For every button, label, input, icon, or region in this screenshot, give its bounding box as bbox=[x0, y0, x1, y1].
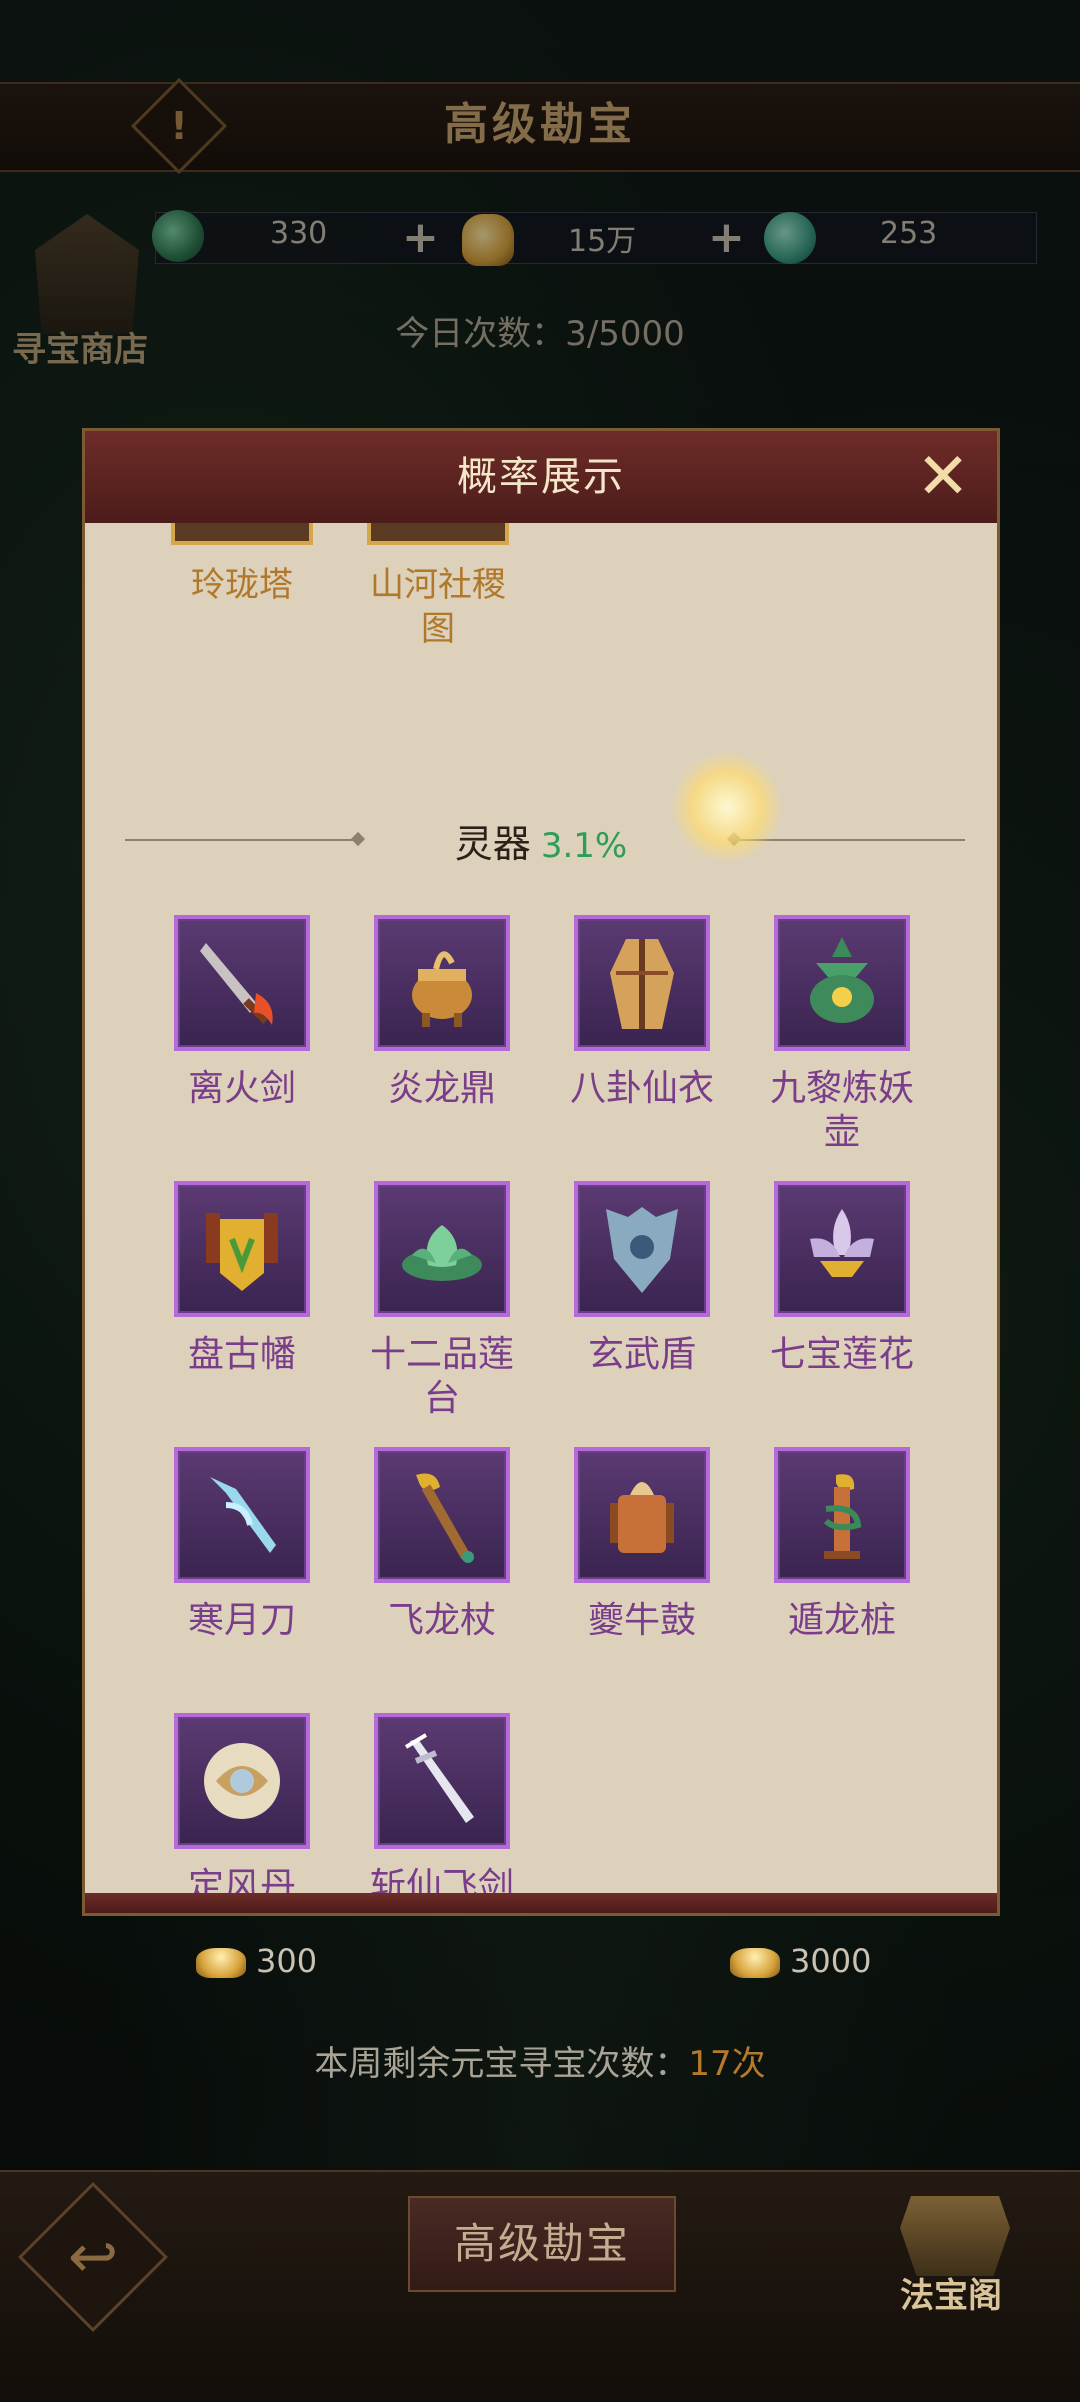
item-frame bbox=[174, 915, 310, 1051]
item-frame bbox=[374, 1181, 510, 1317]
item-name: 斩仙飞剑 bbox=[369, 1866, 514, 1893]
item-frame bbox=[174, 1713, 310, 1849]
staff-icon bbox=[416, 1473, 474, 1563]
item-name: 飞龙杖 bbox=[387, 1600, 496, 1641]
section-title: 灵器 3.1% bbox=[85, 813, 997, 868]
item-shierpinliantai[interactable]: 十二品莲 台 bbox=[347, 1181, 537, 1421]
gold-ingot-icon bbox=[730, 1948, 780, 1978]
modal-scroll-area[interactable]: 玲珑塔 山河社稷 图 灵器 3.1% 离火剑 炎龙鼎 八卦仙衣 九黎炼妖 壶 盘… bbox=[85, 523, 997, 1893]
flying-sword-icon bbox=[404, 1733, 474, 1823]
item-name: 定风丹 bbox=[187, 1866, 296, 1893]
sword-icon bbox=[200, 943, 273, 1025]
drum-icon bbox=[610, 1482, 674, 1553]
item-name: 玲珑塔 bbox=[191, 565, 293, 605]
item-name: 山河社稷 图 bbox=[370, 565, 506, 649]
item-yanlongding[interactable]: 炎龙鼎 bbox=[347, 915, 537, 1111]
item-frame bbox=[367, 523, 509, 545]
item-frame bbox=[774, 1181, 910, 1317]
item-name: 夔牛鼓 bbox=[587, 1600, 696, 1641]
cauldron-icon bbox=[412, 951, 472, 1027]
item-feilongzhang[interactable]: 飞龙杖 bbox=[347, 1447, 537, 1643]
treasure-pavilion-label[interactable]: 法宝阁 bbox=[900, 2268, 1002, 2317]
item-name: 八卦仙衣 bbox=[569, 1068, 714, 1109]
item-name: 十二品莲 台 bbox=[369, 1334, 514, 1419]
item-frame bbox=[174, 1447, 310, 1583]
advanced-search-button[interactable]: 高级勘宝 bbox=[408, 2196, 676, 2292]
item-frame bbox=[574, 915, 710, 1051]
cost-single-value: 300 bbox=[256, 1942, 318, 1980]
item-name: 遁龙桩 bbox=[787, 1600, 896, 1641]
weekly-remaining: 本周剩余元宝寻宝次数：17次 bbox=[0, 2036, 1080, 2085]
item-name: 离火剑 bbox=[187, 1068, 296, 1109]
modal-footer bbox=[85, 1893, 997, 1913]
item-hanyuedao[interactable]: 寒月刀 bbox=[147, 1447, 337, 1643]
banner-icon bbox=[206, 1213, 278, 1291]
item-name: 七宝莲花 bbox=[769, 1334, 914, 1375]
weekly-text: 本周剩余元宝寻宝次数： bbox=[314, 2044, 689, 2084]
section-label: 灵器 bbox=[454, 822, 531, 866]
item-xuanwudun[interactable]: 玄武盾 bbox=[547, 1181, 737, 1377]
shield-icon bbox=[606, 1207, 678, 1293]
item-kuiniugu[interactable]: 夔牛鼓 bbox=[547, 1447, 737, 1643]
back-arrow-icon: ↩ bbox=[67, 2222, 119, 2292]
item-zhanxianfeijian[interactable]: 斩仙飞剑 bbox=[347, 1713, 537, 1893]
item-name: 寒月刀 bbox=[187, 1600, 296, 1641]
item-dingfengdan[interactable]: 定风丹 bbox=[147, 1713, 337, 1893]
treasure-pavilion-icon[interactable] bbox=[900, 2196, 1010, 2276]
item-frame bbox=[774, 1447, 910, 1583]
item-frame bbox=[374, 915, 510, 1051]
cost-multi-value: 3000 bbox=[790, 1942, 872, 1980]
weekly-count: 17次 bbox=[688, 2044, 766, 2084]
cost-multi: 3000 bbox=[730, 1942, 871, 1990]
dragon-pillar-icon bbox=[823, 1474, 862, 1559]
item-qibaolianhua[interactable]: 七宝莲花 bbox=[747, 1181, 937, 1377]
item-frame bbox=[174, 1181, 310, 1317]
sparkle-effect bbox=[672, 752, 782, 862]
cost-single: 300 bbox=[196, 1942, 317, 1990]
item-panguzhuan[interactable]: 盘古幡 bbox=[147, 1181, 337, 1377]
robe-icon bbox=[610, 939, 674, 1029]
item-frame bbox=[171, 523, 313, 545]
blade-icon bbox=[210, 1477, 276, 1553]
item-frame bbox=[374, 1713, 510, 1849]
lotus-flower-icon bbox=[810, 1209, 874, 1277]
gold-ingot-icon bbox=[196, 1948, 246, 1978]
item-name: 玄武盾 bbox=[587, 1334, 696, 1375]
item-jiulilianyaohu[interactable]: 九黎炼妖 壶 bbox=[747, 915, 937, 1155]
item-frame bbox=[574, 1447, 710, 1583]
item-frame bbox=[774, 915, 910, 1051]
item-name: 盘古幡 bbox=[187, 1334, 296, 1375]
lotus-icon bbox=[402, 1225, 482, 1281]
close-icon[interactable]: ✕ bbox=[915, 445, 971, 509]
pearl-icon bbox=[204, 1743, 280, 1819]
modal-title: 概率展示 bbox=[457, 454, 625, 500]
probability-modal: 概率展示 ✕ 玲珑塔 山河社稷 图 灵器 3.1% 离火剑 炎龙鼎 八卦仙衣 九… bbox=[82, 428, 1000, 1916]
item-baguaxianyi[interactable]: 八卦仙衣 bbox=[547, 915, 737, 1111]
item-name: 九黎炼妖 壶 bbox=[769, 1068, 914, 1153]
item-frame bbox=[574, 1181, 710, 1317]
item-dunlongzhuang[interactable]: 遁龙桩 bbox=[747, 1447, 937, 1643]
item-lihuojian[interactable]: 离火剑 bbox=[147, 915, 337, 1111]
gourd-icon bbox=[810, 937, 874, 1023]
section-probability: 3.1% bbox=[540, 826, 628, 866]
item-frame bbox=[374, 1447, 510, 1583]
item-name: 炎龙鼎 bbox=[387, 1068, 496, 1109]
